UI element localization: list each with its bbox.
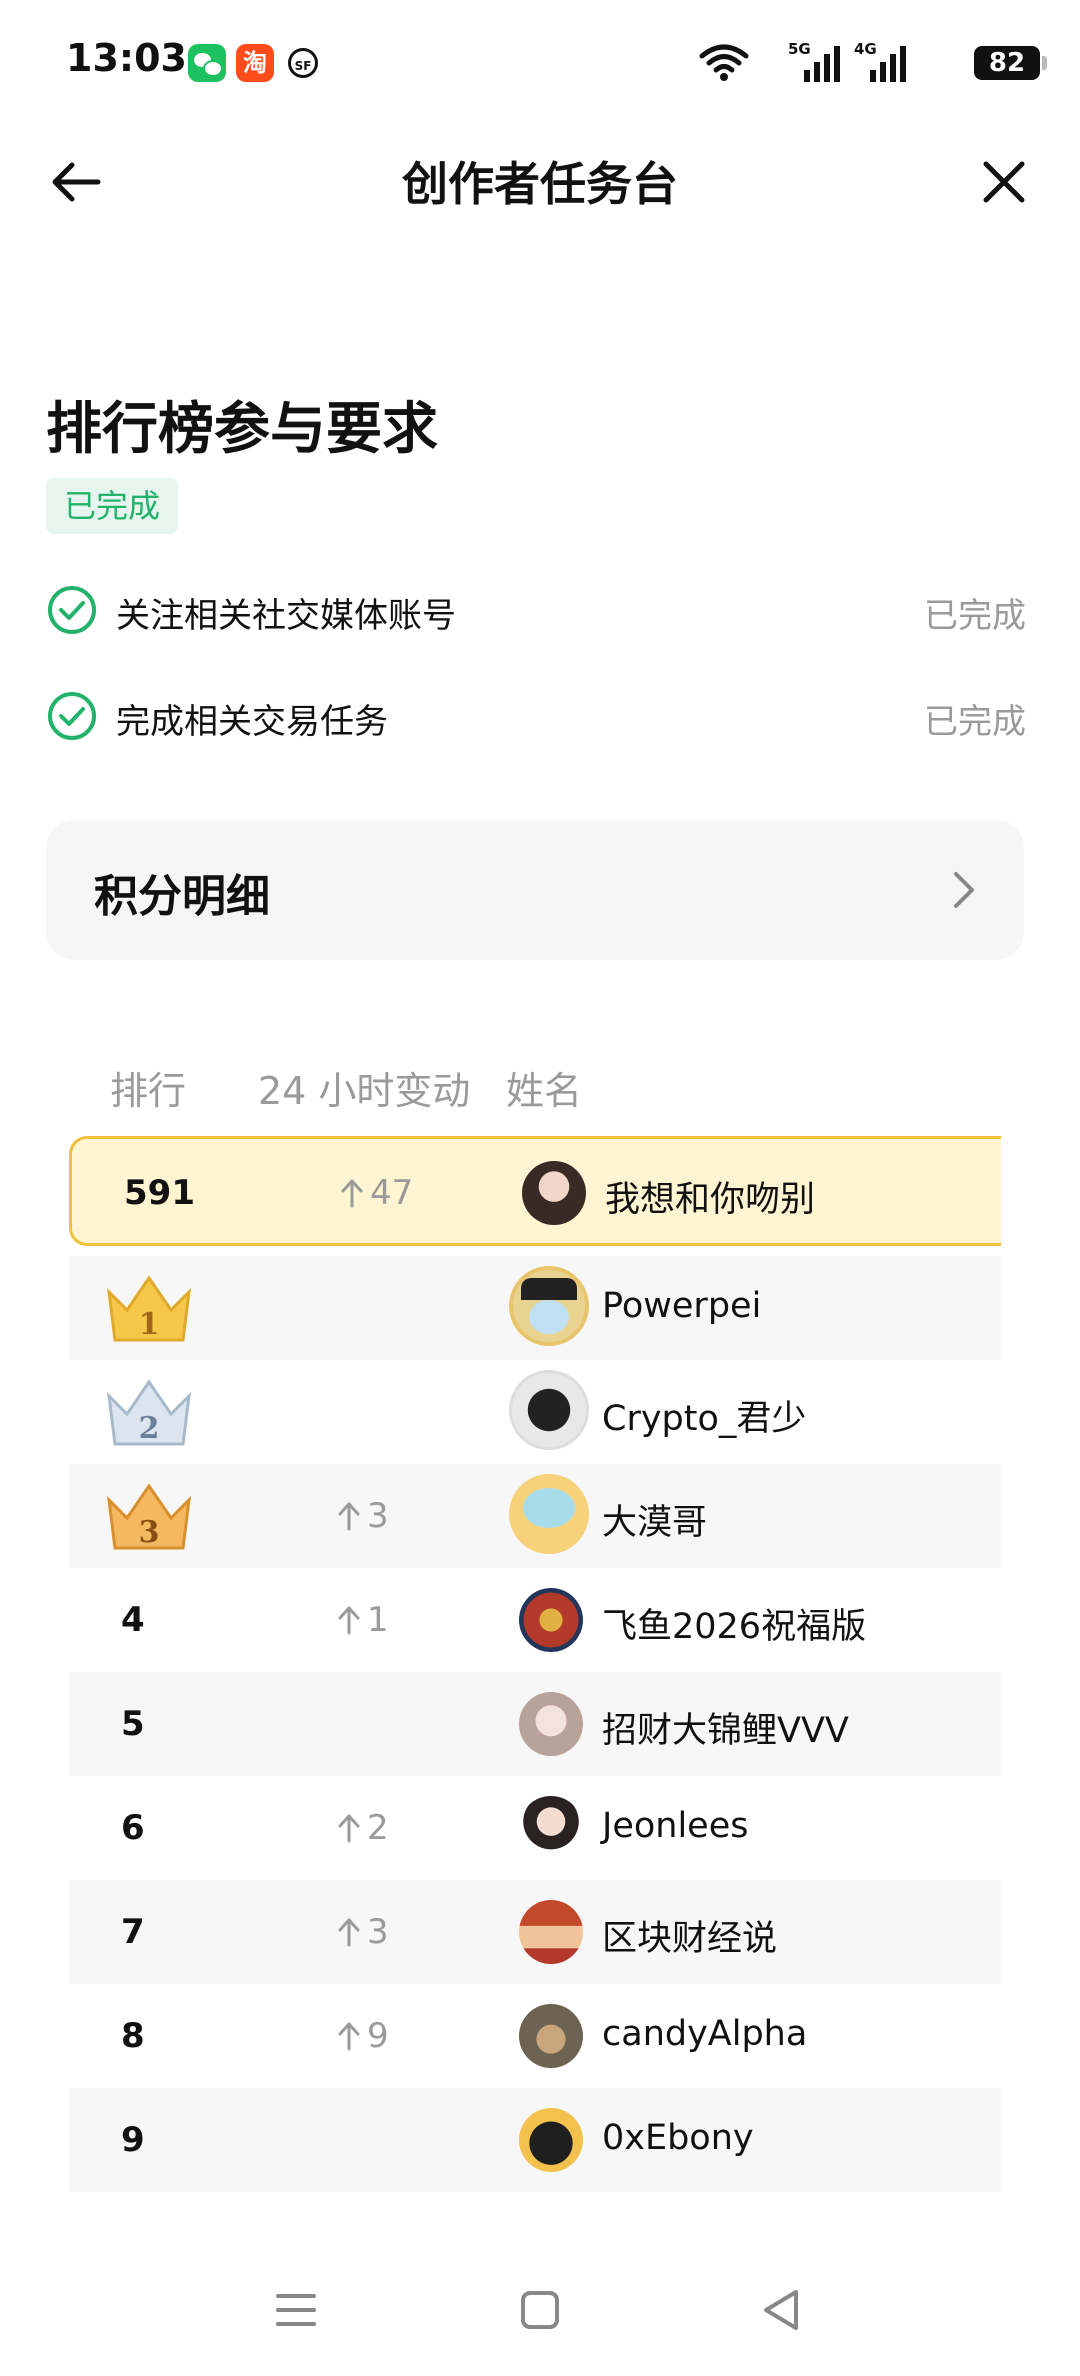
wechat-icon (188, 44, 226, 82)
rank-change: 9 (337, 2016, 389, 2056)
table-row[interactable]: 7 3 区块财经说 (69, 1880, 1001, 1984)
user-name: Jeonlees (602, 1806, 749, 1846)
arrow-up-icon (338, 1814, 360, 1843)
requirement-label: 完成相关交易任务 (116, 702, 388, 742)
table-row[interactable]: 8 9 candyAlpha (69, 1984, 1001, 2088)
svg-text:2: 2 (139, 1411, 160, 1446)
arrow-up-icon (338, 2022, 360, 2051)
avatar (519, 1588, 583, 1652)
rank-number: 9 (121, 2120, 145, 2160)
user-name: Powerpei (602, 1286, 762, 1326)
home-square-icon[interactable] (510, 2280, 570, 2340)
requirement-label: 关注相关社交媒体账号 (116, 596, 456, 636)
gold-crown-icon: 1 (106, 1275, 192, 1342)
user-name: 我想和你吻别 (605, 1180, 816, 1220)
check-circle-icon (48, 692, 96, 740)
table-row[interactable]: 6 2 Jeonlees (69, 1776, 1001, 1880)
column-24h-change: 24 小时变动 (258, 1069, 471, 1113)
system-nav-bar (0, 2240, 1080, 2376)
check-circle-icon (48, 586, 96, 634)
table-row[interactable]: 5 招财大锦鲤VVV (69, 1672, 1001, 1776)
status-bar: 13:03 淘 SF 5G 4G 82 (0, 0, 1080, 120)
table-row[interactable]: 9 0xEbony (69, 2088, 1001, 2192)
user-name: 招财大锦鲤VVV (602, 1711, 849, 1751)
user-name: candyAlpha (602, 2014, 808, 2054)
table-row[interactable]: 3 3 大漠哥 (69, 1464, 1001, 1568)
rank-number: 5 (121, 1704, 145, 1744)
avatar (519, 1900, 583, 1964)
column-rank: 排行 (110, 1069, 187, 1113)
rank-change: 2 (337, 1808, 389, 1848)
signal-5g-icon: 5G (788, 40, 844, 84)
rank-change: 1 (337, 1600, 389, 1640)
rank-change: 47 (340, 1173, 413, 1213)
rank-number: 7 (121, 1912, 145, 1952)
column-name: 姓名 (506, 1069, 583, 1113)
user-name: Crypto_君少 (602, 1399, 807, 1439)
svg-text:1: 1 (139, 1307, 160, 1342)
top-bar: 创作者任务台 (0, 120, 1080, 240)
rank-number: 4 (121, 1600, 145, 1640)
wifi-icon (699, 44, 749, 81)
sf-icon: SF (288, 48, 318, 78)
signal-4g-icon: 4G (854, 40, 910, 84)
status-time: 13:03 (66, 36, 187, 80)
user-name: 区块财经说 (602, 1919, 778, 1959)
requirements-title: 排行榜参与要求 (46, 397, 438, 462)
table-row[interactable]: 4 1 飞鱼2026祝福版 (69, 1568, 1001, 1672)
bronze-crown-icon: 3 (106, 1483, 192, 1550)
arrow-up-icon (338, 1918, 360, 1947)
rank-number: 8 (121, 2016, 145, 2056)
back-triangle-icon[interactable] (752, 2280, 812, 2340)
requirement-item: 关注相关社交媒体账号 已完成 (46, 576, 1026, 648)
table-row[interactable]: 2 Crypto_君少 (69, 1360, 1001, 1464)
avatar (509, 1474, 589, 1554)
avatar (519, 2108, 583, 2172)
silver-crown-icon: 2 (106, 1379, 192, 1446)
avatar (509, 1266, 589, 1346)
arrow-up-icon (341, 1179, 363, 1208)
user-name: 大漠哥 (602, 1503, 708, 1543)
requirement-status: 已完成 (924, 596, 1026, 636)
taobao-icon: 淘 (236, 44, 274, 82)
arrow-up-icon (338, 1606, 360, 1635)
menu-icon[interactable] (266, 2280, 326, 2340)
completed-badge: 已完成 (46, 478, 179, 534)
table-row[interactable]: 1 Powerpei (69, 1256, 1001, 1360)
avatar (522, 1161, 586, 1225)
rank-number: 6 (121, 1808, 145, 1848)
user-name: 飞鱼2026祝福版 (602, 1607, 867, 1647)
points-detail-label: 积分明细 (94, 871, 270, 922)
requirement-status: 已完成 (924, 702, 1026, 742)
arrow-up-icon (338, 1502, 360, 1531)
avatar (519, 1692, 583, 1756)
rank-number: 591 (124, 1173, 195, 1213)
avatar (519, 1796, 583, 1860)
requirement-item: 完成相关交易任务 已完成 (46, 682, 1026, 754)
close-icon[interactable] (974, 152, 1034, 212)
my-rank-row[interactable]: 591 47 我想和你吻别 (69, 1136, 1001, 1246)
avatar (509, 1370, 589, 1450)
user-name: 0xEbony (602, 2118, 754, 2158)
svg-text:3: 3 (139, 1515, 160, 1550)
rank-change: 3 (337, 1912, 389, 1952)
battery-indicator: 82 (974, 46, 1047, 80)
avatar (519, 2004, 583, 2068)
page-title: 创作者任务台 (402, 157, 678, 211)
chevron-right-icon (954, 872, 974, 908)
rank-change: 3 (337, 1496, 389, 1536)
points-detail-card[interactable]: 积分明细 (46, 820, 1024, 960)
